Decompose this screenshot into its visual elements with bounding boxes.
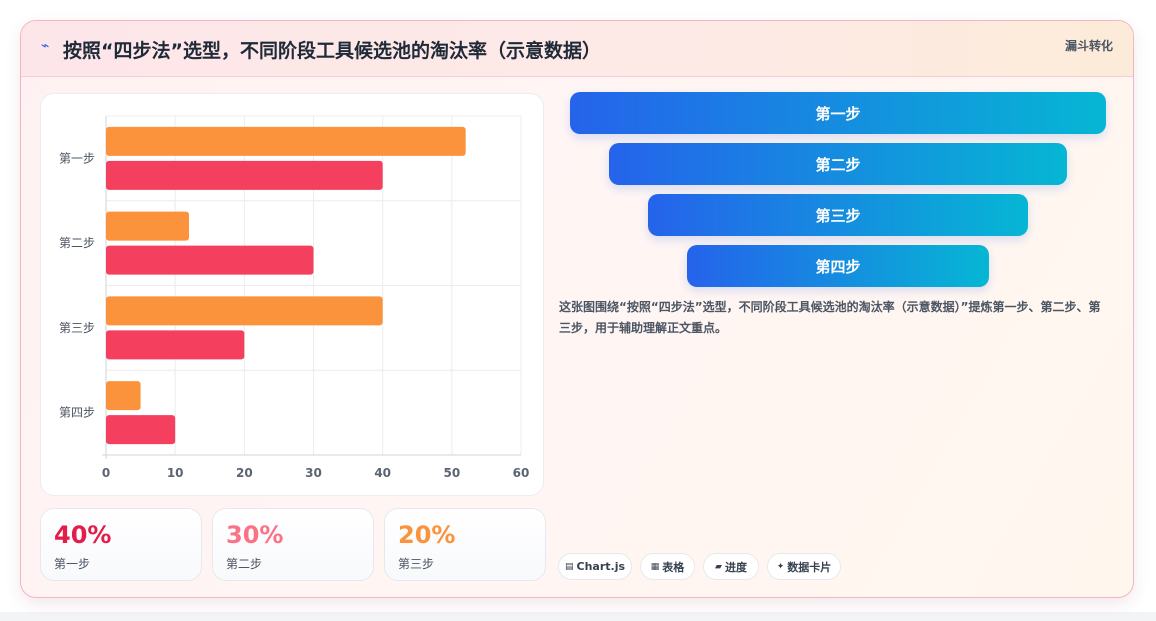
chart-description: 这张图围绕“按照“四步法”选型，不同阶段工具候选池的淘汰率（示意数据）”提炼第一… bbox=[559, 300, 1101, 335]
lightning-icon: ⌁ bbox=[41, 38, 50, 54]
y-tick-label: 第二步 bbox=[59, 236, 95, 250]
funnel-step-4: 第四步 bbox=[687, 245, 989, 287]
bar-1-3 bbox=[106, 296, 383, 326]
pill-label: 进度 bbox=[724, 560, 747, 574]
funnel-step-3: 第三步 bbox=[648, 194, 1028, 236]
y-tick-label: 第四步 bbox=[59, 406, 95, 420]
stat-value: 20% bbox=[398, 521, 456, 549]
bar-2-3 bbox=[106, 330, 245, 360]
x-tick-label: 60 bbox=[513, 466, 530, 480]
pill-label: 数据卡片 bbox=[787, 560, 832, 574]
x-tick-label: 20 bbox=[236, 466, 253, 480]
progress-icon: ▰ bbox=[715, 561, 722, 572]
page-title: 按照“四步法”选型，不同阶段工具候选池的淘汰率（示意数据） bbox=[63, 40, 601, 62]
pill-label: Chart.js bbox=[576, 560, 626, 573]
table-icon: ▤ bbox=[564, 561, 574, 572]
bar-1-2 bbox=[106, 211, 189, 241]
y-tick-label: 第一步 bbox=[59, 151, 95, 165]
card-header: ⌁ 按照“四步法”选型，不同阶段工具候选池的淘汰率（示意数据） 漏斗转化 bbox=[21, 21, 1133, 77]
stat-card-2: 30% 第二步 bbox=[212, 508, 374, 581]
pill-table[interactable]: ▦ 表格 bbox=[640, 553, 695, 580]
stat-card-1: 40% 第一步 bbox=[40, 508, 202, 581]
stat-card-3: 20% 第三步 bbox=[384, 508, 546, 581]
x-tick-label: 0 bbox=[102, 466, 110, 480]
x-tick-label: 10 bbox=[167, 466, 184, 480]
bar-1-1 bbox=[106, 126, 466, 156]
header-tag: 漏斗转化 bbox=[1064, 39, 1113, 53]
chart-panel: 第一步第二步第三步第四步 0 10 20 30 40 50 60 bbox=[40, 93, 544, 496]
stat-label: 第二步 bbox=[226, 557, 263, 571]
bar-2-2 bbox=[106, 245, 314, 275]
stat-label: 第三步 bbox=[398, 557, 435, 571]
funnel-step-1: 第一步 bbox=[570, 92, 1106, 134]
pill-progress[interactable]: ▰ 进度 bbox=[703, 553, 759, 580]
x-tick-label: 50 bbox=[443, 466, 460, 480]
sparkle-icon: ✦ bbox=[776, 561, 785, 572]
y-tick-label: 第三步 bbox=[59, 321, 95, 335]
page-bottom-strip bbox=[0, 612, 1156, 621]
grid-icon: ▦ bbox=[650, 561, 660, 572]
stat-value: 40% bbox=[54, 521, 112, 549]
pill-data-card[interactable]: ✦ 数据卡片 bbox=[767, 553, 841, 580]
pill-label: 表格 bbox=[662, 560, 685, 574]
stat-label: 第一步 bbox=[54, 557, 91, 571]
bar-1-4 bbox=[106, 381, 141, 411]
stat-value: 30% bbox=[226, 521, 284, 549]
pill-chartjs[interactable]: ▤ Chart.js bbox=[558, 553, 632, 580]
x-tick-label: 40 bbox=[374, 466, 391, 480]
bar-2-4 bbox=[106, 415, 176, 445]
main-card: ⌁ 按照“四步法”选型，不同阶段工具候选池的淘汰率（示意数据） 漏斗转化 第一步… bbox=[20, 20, 1134, 598]
bar-chart: 第一步第二步第三步第四步 0 10 20 30 40 50 60 bbox=[59, 115, 530, 480]
bar-2-1 bbox=[106, 160, 383, 190]
funnel-step-2: 第二步 bbox=[609, 143, 1067, 185]
x-tick-label: 30 bbox=[305, 466, 322, 480]
